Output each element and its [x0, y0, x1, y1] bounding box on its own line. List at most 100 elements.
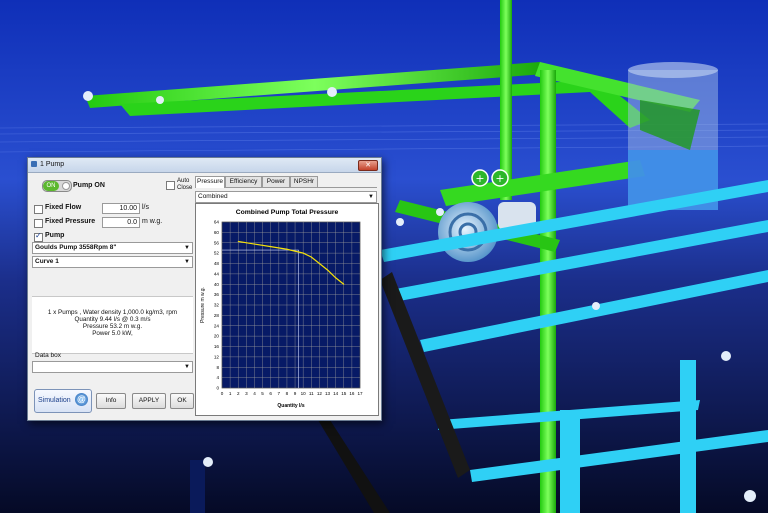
fixed-flow-label: Fixed Flow [45, 204, 82, 211]
y-tick-label: 44 [214, 271, 220, 276]
y-tick-label: 64 [214, 220, 220, 225]
x-tick-label: 16 [349, 391, 355, 396]
x-tick-label: 0 [221, 391, 224, 396]
y-tick-label: 20 [214, 334, 220, 339]
chart-tabs: Pressure Efficiency Power NPSHr [195, 176, 377, 188]
fixed-flow-unit: l/s [142, 204, 149, 211]
ok-button[interactable]: OK [170, 393, 194, 409]
switch-knob [62, 182, 70, 190]
auto-close-checkbox[interactable] [166, 181, 175, 190]
auto-close-label-line1: Auto [177, 178, 190, 184]
x-tick-label: 13 [325, 391, 331, 396]
x-tick-label: 6 [269, 391, 272, 396]
pump-model-select[interactable]: Goulds Pump 3558Rpm 8" ▼ [32, 242, 193, 254]
pump-on-switch[interactable]: ON [42, 180, 72, 192]
y-tick-label: 4 [216, 375, 219, 380]
x-tick-label: 1 [229, 391, 232, 396]
pump-curve-point [327, 269, 329, 271]
info-line-1: 1 x Pumps , Water density 1,000.0 kg/m3,… [47, 309, 178, 316]
simulation-swirl-icon: @ [75, 393, 88, 406]
x-tick-label: 2 [237, 391, 240, 396]
x-tick-label: 8 [286, 391, 289, 396]
y-tick-label: 24 [214, 323, 220, 328]
pump-curve-value: Curve 1 [35, 258, 59, 265]
pump-curve-point [286, 248, 288, 250]
fixed-pressure-unit: m w.g. [142, 218, 163, 225]
y-tick-label: 40 [214, 282, 220, 287]
pump-settings-panel: ON Pump ON Auto Close Fixed Flow 10.00 l… [32, 176, 194, 416]
switch-on-label: ON [43, 181, 59, 191]
fixed-flow-checkbox[interactable] [34, 205, 43, 214]
pump-on-label: Pump ON [73, 182, 105, 189]
y-tick-label: 48 [214, 261, 220, 266]
pressure-chart-container: Combined Pump Total Pressure 0 1 2 3 4 5 6 7 8 9 10… [195, 203, 379, 416]
fixed-pressure-input[interactable]: 0.0 [102, 217, 140, 228]
chevron-down-icon: ▼ [184, 364, 190, 370]
close-button[interactable]: ✕ [358, 160, 378, 171]
x-tick-label: 9 [294, 391, 297, 396]
pump-checkbox[interactable] [34, 231, 43, 242]
x-tick-label: 15 [341, 391, 347, 396]
svg-text:+: + [495, 172, 504, 185]
pump-curve-point [310, 256, 312, 258]
x-tick-label: 4 [253, 391, 256, 396]
y-tick-label: 36 [214, 292, 220, 297]
pump-curve-select[interactable]: Curve 1 ▼ [32, 256, 193, 268]
tab-power[interactable]: Power [262, 176, 290, 187]
simulation-label: Simulation [38, 397, 71, 404]
x-tick-label: 10 [301, 391, 307, 396]
tab-efficiency[interactable]: Efficiency [225, 176, 262, 187]
pump-curve-point [270, 246, 272, 248]
pump-curve-point [343, 283, 345, 285]
data-box-label: Data box [35, 352, 62, 359]
simulation-button[interactable]: Simulation @ [34, 389, 92, 413]
chart-title: Combined Pump Total Pressure [236, 209, 339, 216]
pump-curve-point [237, 240, 239, 242]
y-tick-label: 56 [214, 240, 220, 245]
pump-properties-dialog: 1 Pump ✕ ON Pump ON Auto Close Fixed Flo… [27, 157, 382, 421]
x-tick-label: 12 [317, 391, 323, 396]
chevron-down-icon: ▼ [184, 245, 190, 251]
x-tick-label: 3 [245, 391, 248, 396]
y-tick-label: 8 [216, 365, 219, 370]
dialog-title: 1 Pump [40, 161, 65, 168]
y-tick-label: 52 [214, 251, 220, 256]
info-line-4: Power 5.0 kW, [92, 330, 133, 337]
chevron-down-icon: ▼ [184, 259, 190, 265]
x-tick-label: 14 [333, 391, 339, 396]
y-axis-label: Pressure m w.g. [200, 287, 206, 323]
x-tick-label: 5 [261, 391, 264, 396]
info-button[interactable]: Info [96, 393, 126, 409]
y-tick-label: 60 [214, 230, 220, 235]
pump-curve-point [253, 243, 255, 245]
x-tick-label: 17 [357, 391, 363, 396]
info-line-2: Quantity 9.44 l/s @ 0.3 m/s [74, 316, 151, 323]
pump-curve-point [335, 277, 337, 279]
fixed-pressure-checkbox[interactable] [34, 219, 43, 228]
combined-select-value: Combined [198, 193, 228, 200]
pump-operating-info: 1 x Pumps , Water density 1,000.0 kg/m3,… [32, 296, 193, 354]
chevron-down-icon: ▼ [368, 194, 374, 200]
info-line-3: Pressure 53.2 m w.g. [82, 323, 143, 330]
y-tick-label: 32 [214, 303, 220, 308]
fixed-pressure-label: Fixed Pressure [45, 218, 96, 225]
tab-npshr[interactable]: NPSHr [290, 176, 318, 187]
apply-button[interactable]: APPLY [132, 393, 166, 409]
dialog-titlebar[interactable]: 1 Pump ✕ [28, 158, 381, 173]
y-tick-label: 28 [214, 313, 220, 318]
x-tick-label: 11 [309, 391, 314, 396]
tab-pressure[interactable]: Pressure [195, 176, 225, 188]
data-box-select[interactable]: ▼ [32, 361, 193, 373]
pressure-chart: Combined Pump Total Pressure0 1 2 3 4 5 6 7 8 9 10… [200, 209, 363, 409]
pump-model-value: Goulds Pump 3558Rpm 8" [35, 244, 117, 251]
y-tick-label: 16 [214, 344, 220, 349]
pump-curve-point [302, 252, 304, 254]
fixed-flow-input[interactable]: 10.00 [102, 203, 140, 214]
app-icon [31, 161, 37, 167]
pump-curve-point [318, 263, 320, 264]
combined-select[interactable]: Combined ▼ [195, 191, 377, 203]
x-axis-label: Quantity l/s [277, 403, 304, 409]
y-tick-label: 0 [216, 386, 219, 391]
pump-label: Pump [45, 232, 65, 239]
svg-text:+: + [475, 172, 484, 185]
